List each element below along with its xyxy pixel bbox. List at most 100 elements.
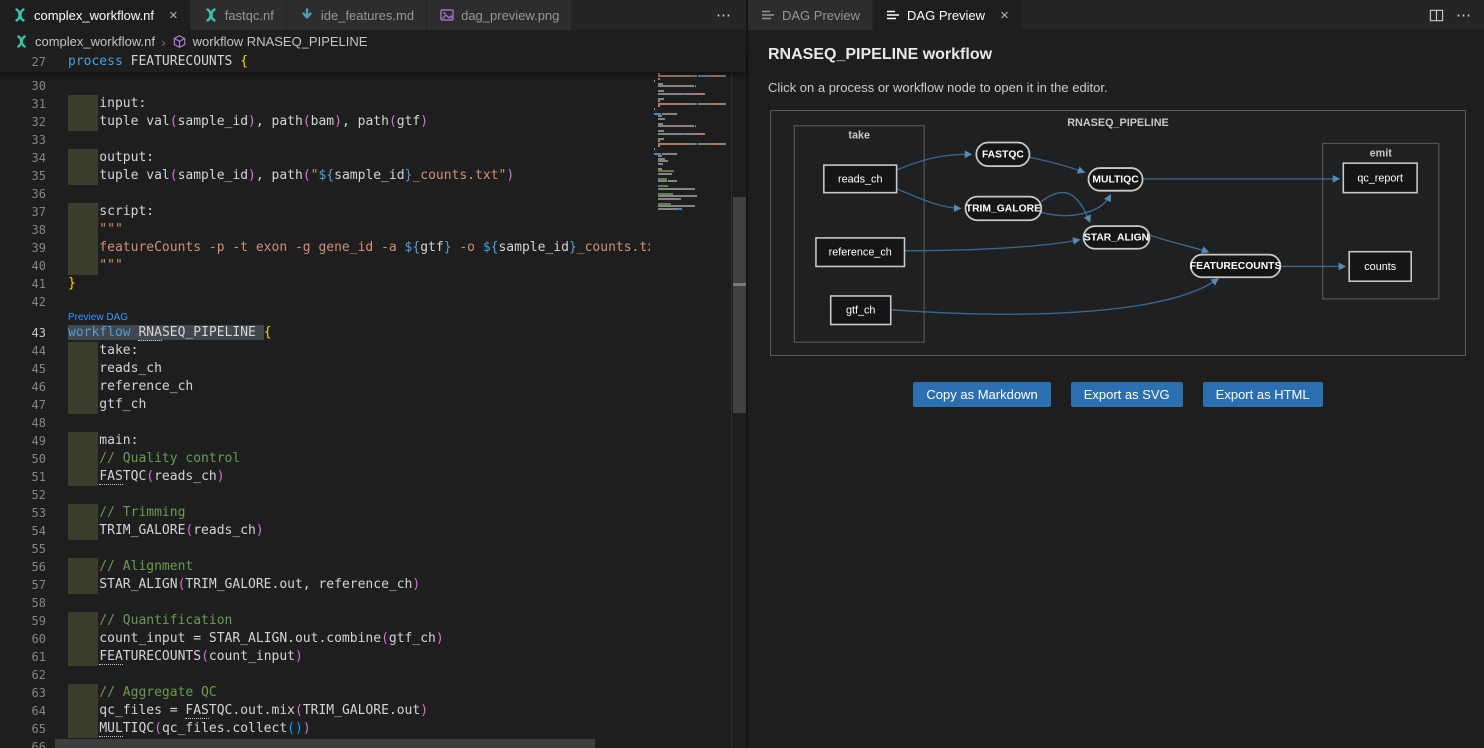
line-number: 30 xyxy=(0,77,46,95)
more-actions-icon[interactable]: ⋯ xyxy=(1456,6,1472,24)
dag-node-FEATURECOUNTS[interactable]: FEATURECOUNTS xyxy=(1190,255,1282,278)
close-icon[interactable]: × xyxy=(1000,8,1009,23)
code-line[interactable]: 65 MULTIQC(qc_files.collect()) xyxy=(0,720,650,738)
dag-node-gtf_ch[interactable]: gtf_ch xyxy=(831,296,891,325)
breadcrumb-file[interactable]: complex_workflow.nf xyxy=(35,34,155,49)
code-line[interactable]: 40 """ xyxy=(0,257,650,275)
code-line[interactable]: 54 TRIM_GALORE(reads_ch) xyxy=(0,522,650,540)
line-number: 58 xyxy=(0,594,46,612)
line-number: 38 xyxy=(0,221,46,239)
code-line[interactable]: 48 xyxy=(0,414,650,432)
symbol-workflow-icon xyxy=(172,34,187,49)
code-line[interactable]: 50 // Quality control xyxy=(0,450,650,468)
code-line[interactable]: 36 xyxy=(0,185,650,203)
dag-outer-label: RNASEQ_PIPELINE xyxy=(1067,117,1169,129)
line-text: // Aggregate QC xyxy=(68,684,217,702)
tab-label: complex_workflow.nf xyxy=(34,8,154,23)
svg-text:reference_ch: reference_ch xyxy=(829,247,892,259)
code-line[interactable]: 63 // Aggregate QC xyxy=(0,684,650,702)
dag-node-TRIM_GALORE[interactable]: TRIM_GALORE xyxy=(966,197,1042,221)
code-line[interactable]: 53 // Trimming xyxy=(0,504,650,522)
code-line[interactable]: 35 tuple val(sample_id), path("${sample_… xyxy=(0,167,650,185)
code-line[interactable]: 33 xyxy=(0,131,650,149)
tab-complex-workflow-nf[interactable]: complex_workflow.nf × xyxy=(0,0,191,30)
code-line[interactable]: 32 tuple val(sample_id), path(bam), path… xyxy=(0,113,650,131)
line-text: STAR_ALIGN(TRIM_GALORE.out, reference_ch… xyxy=(68,576,420,594)
tab-dag-preview-active[interactable]: DAG Preview × xyxy=(873,0,1022,30)
dag-node-counts[interactable]: counts xyxy=(1349,252,1411,282)
tab-dag-preview-inactive[interactable]: DAG Preview xyxy=(748,0,873,30)
tab-label: DAG Preview xyxy=(907,8,985,23)
minimap[interactable] xyxy=(650,53,730,748)
dag-node-STAR_ALIGN[interactable]: STAR_ALIGN xyxy=(1084,226,1150,249)
code-line[interactable]: 62 xyxy=(0,666,650,684)
tab-ide-features-md[interactable]: ide_features.md xyxy=(287,0,427,30)
code-line[interactable]: 44 take: xyxy=(0,342,650,360)
code-line[interactable]: 49 main: xyxy=(0,432,650,450)
code-editor[interactable]: 27process FEATURECOUNTS { 3031 input:32 … xyxy=(0,53,746,748)
panel-tab-bar: DAG Preview DAG Preview × ⋯ xyxy=(748,0,1484,30)
tab-dag-preview-png[interactable]: dag_preview.png xyxy=(427,0,572,30)
dag-node-FASTQC[interactable]: FASTQC xyxy=(976,142,1029,166)
close-icon[interactable]: × xyxy=(169,8,178,23)
line-number: 37 xyxy=(0,203,46,221)
horizontal-scrollbar-thumb[interactable] xyxy=(55,739,595,748)
code-line[interactable]: 45 reads_ch xyxy=(0,360,650,378)
code-line[interactable]: 64 qc_files = FASTQC.out.mix(TRIM_GALORE… xyxy=(0,702,650,720)
code-line[interactable]: 57 STAR_ALIGN(TRIM_GALORE.out, reference… xyxy=(0,576,650,594)
svg-text:FASTQC: FASTQC xyxy=(982,149,1024,160)
line-number: 65 xyxy=(0,720,46,738)
vertical-scrollbar[interactable] xyxy=(731,53,747,748)
code-line[interactable]: 59 // Quantification xyxy=(0,612,650,630)
tab-fastqc-nf[interactable]: fastqc.nf xyxy=(191,0,287,30)
code-line[interactable]: 39 featureCounts -p -t exon -g gene_id -… xyxy=(0,239,650,257)
editor-tab-bar: complex_workflow.nf × fastqc.nfide_feature… xyxy=(0,0,746,30)
scrollbar-decoration xyxy=(733,283,747,286)
code-line[interactable]: 51 FASTQC(reads_ch) xyxy=(0,468,650,486)
code-line[interactable]: 47 gtf_ch xyxy=(0,396,650,414)
copy-as-markdown-button[interactable]: Copy as Markdown xyxy=(913,382,1050,407)
code-line[interactable]: 46 reference_ch xyxy=(0,378,650,396)
line-number: 40 xyxy=(0,257,46,275)
line-text: featureCounts -p -t exon -g gene_id -a $… xyxy=(68,239,650,257)
line-number: 51 xyxy=(0,468,46,486)
code-line[interactable]: 31 input: xyxy=(0,95,650,113)
code-line[interactable]: 60 count_input = STAR_ALIGN.out.combine(… xyxy=(0,630,650,648)
dag-node-qc_report[interactable]: qc_report xyxy=(1343,163,1417,193)
line-number: 56 xyxy=(0,558,46,576)
code-line[interactable]: 58 xyxy=(0,594,650,612)
line-text: // Alignment xyxy=(68,558,193,576)
markdown-icon xyxy=(299,7,315,23)
code-line[interactable]: 37 script: xyxy=(0,203,650,221)
export-as-html-button[interactable]: Export as HTML xyxy=(1203,382,1323,407)
sticky-scroll-line[interactable]: 27process FEATURECOUNTS { xyxy=(0,53,746,72)
line-number: 50 xyxy=(0,450,46,468)
code-line[interactable]: 43workflow RNASEQ_PIPELINE { xyxy=(0,324,650,342)
dag-node-reads_ch[interactable]: reads_ch xyxy=(824,165,897,193)
line-text: main: xyxy=(68,432,138,450)
code-line[interactable]: 34 output: xyxy=(0,149,650,167)
code-line[interactable]: 42 xyxy=(0,293,650,311)
code-line[interactable]: 61 FEATURECOUNTS(count_input) xyxy=(0,648,650,666)
dag-node-reference_ch[interactable]: reference_ch xyxy=(816,238,905,267)
line-text: gtf_ch xyxy=(68,396,146,414)
codelens-preview-dag[interactable]: Preview DAG xyxy=(0,311,650,324)
sticky-code-line[interactable]: 27process FEATURECOUNTS { xyxy=(0,53,746,71)
code-line[interactable]: 56 // Alignment xyxy=(0,558,650,576)
code-line[interactable]: 41} xyxy=(0,275,650,293)
split-editor-icon[interactable] xyxy=(1429,8,1444,23)
panel-body: RNASEQ_PIPELINE workflow Click on a proc… xyxy=(748,30,1484,748)
code-line[interactable]: 38 """ xyxy=(0,221,650,239)
export-as-svg-button[interactable]: Export as SVG xyxy=(1071,382,1183,407)
code-line[interactable]: 30 xyxy=(0,77,650,95)
breadcrumb-symbol[interactable]: workflow RNASEQ_PIPELINE xyxy=(193,34,368,49)
tab-overflow-button[interactable]: ⋯ xyxy=(702,0,746,30)
line-number: 49 xyxy=(0,432,46,450)
vertical-scrollbar-thumb[interactable] xyxy=(733,197,747,413)
code-line[interactable]: 55 xyxy=(0,540,650,558)
code-line[interactable]: 52 xyxy=(0,486,650,504)
line-number: 27 xyxy=(0,53,46,71)
line-number: 59 xyxy=(0,612,46,630)
horizontal-scrollbar[interactable] xyxy=(0,738,650,748)
dag-node-MULTIQC[interactable]: MULTIQC xyxy=(1088,168,1142,191)
